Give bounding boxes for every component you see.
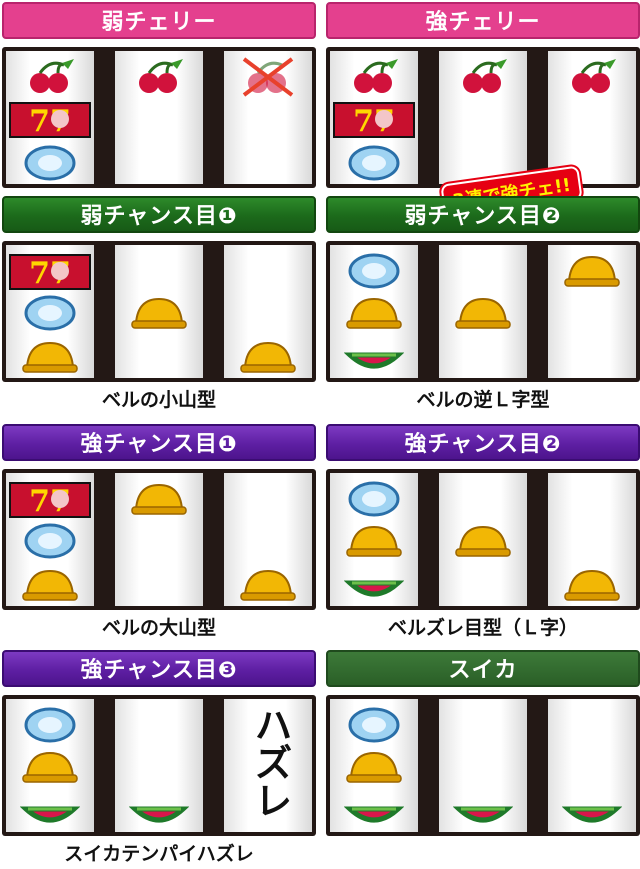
reel-right (548, 51, 636, 184)
replay-icon (348, 707, 400, 743)
seven-icon: 77 (9, 482, 91, 519)
cherry-icon (463, 59, 507, 93)
cherry-icon (139, 59, 183, 93)
bell-icon (240, 569, 296, 601)
bell-icon (455, 297, 511, 329)
reel-center (439, 699, 527, 832)
reel-window: 77 (2, 47, 316, 188)
panel-title: 強チャンス目❶ (2, 424, 316, 461)
replay-icon (348, 253, 400, 289)
reel-left (330, 699, 418, 832)
panel-title: 弱チャンス目❷ (326, 196, 640, 233)
reel-window: 77 (2, 469, 316, 610)
reel-center (115, 51, 203, 184)
replay-icon (348, 481, 400, 517)
crossed-cherry-icon (242, 57, 294, 97)
reel-right (224, 51, 312, 184)
replay-icon (24, 523, 76, 559)
watermelon-icon (20, 806, 80, 823)
replay-icon (348, 145, 400, 181)
reel-right (224, 473, 312, 606)
reel-center (439, 51, 527, 184)
watermelon-icon (344, 352, 404, 369)
reel-right (224, 245, 312, 378)
bell-icon (131, 297, 187, 329)
reel-left (330, 473, 418, 606)
panel-title: 強チャンス目❷ (326, 424, 640, 461)
replay-icon (24, 295, 76, 331)
panel-title: 強チェリー (326, 2, 640, 39)
panel-title: スイカ (326, 650, 640, 687)
watermelon-icon (344, 580, 404, 597)
seven-icon: 77 (9, 102, 91, 139)
reel-center (439, 473, 527, 606)
reel-window: 77 (2, 241, 316, 382)
watermelon-icon (453, 806, 513, 823)
watermelon-icon (562, 806, 622, 823)
reel-right (548, 473, 636, 606)
reel-center (115, 699, 203, 832)
bell-icon (240, 341, 296, 373)
seven-icon: 77 (333, 102, 415, 139)
bell-icon (22, 341, 78, 373)
seven-icon: 77 (9, 254, 91, 291)
bell-icon (455, 525, 511, 557)
bell-icon (22, 751, 78, 783)
miss-label: ハズレ (248, 705, 292, 819)
panel-title: 強チャンス目❸ (2, 650, 316, 687)
panel-caption: ベルの逆Ｌ字型 (416, 389, 550, 411)
reel-left (330, 245, 418, 378)
reel-center (115, 473, 203, 606)
bell-icon (346, 525, 402, 557)
reel-left: 77 (330, 51, 418, 184)
cherry-icon (572, 59, 616, 93)
reel-left: 77 (6, 473, 94, 606)
bell-icon (131, 483, 187, 515)
reel-right (548, 699, 636, 832)
watermelon-icon (344, 806, 404, 823)
panel-caption: ベルの大山型 (101, 617, 216, 639)
bell-icon (564, 569, 620, 601)
watermelon-icon (129, 806, 189, 823)
reel-window (326, 695, 640, 836)
panel-caption: スイカテンパイハズレ (64, 843, 254, 865)
reel-right: ハズレ (224, 699, 312, 832)
panel-title: 弱チェリー (2, 2, 316, 39)
bell-icon (346, 297, 402, 329)
cherry-icon (30, 59, 74, 93)
reel-center (115, 245, 203, 378)
bell-icon (22, 569, 78, 601)
panel-caption: ベルの小山型 (101, 389, 216, 411)
reel-window: ハズレ (2, 695, 316, 836)
reel-window (326, 469, 640, 610)
replay-icon (24, 707, 76, 743)
panel-title: 弱チャンス目❶ (2, 196, 316, 233)
reel-right (548, 245, 636, 378)
cherry-icon (354, 59, 398, 93)
reel-center (439, 245, 527, 378)
bell-icon (346, 751, 402, 783)
reel-left: 77 (6, 51, 94, 184)
reel-window (326, 241, 640, 382)
reel-left: 77 (6, 245, 94, 378)
reel-window: 77 3連で強チェ!! (326, 47, 640, 219)
panel-caption: ベルズレ目型（Ｌ字） (387, 617, 578, 639)
bell-icon (564, 255, 620, 287)
replay-icon (24, 145, 76, 181)
reel-left (6, 699, 94, 832)
